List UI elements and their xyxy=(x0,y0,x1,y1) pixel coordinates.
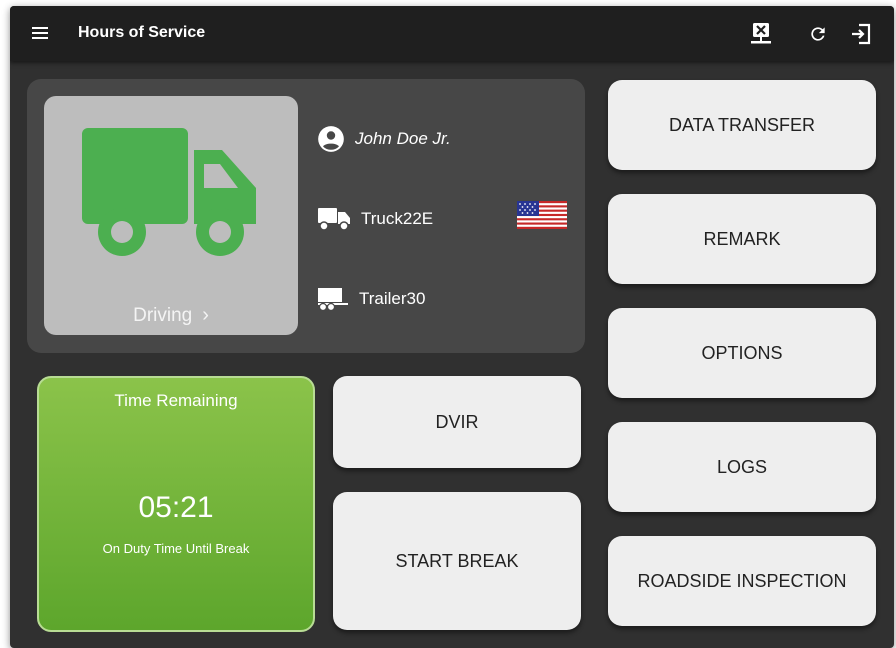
us-flag-icon xyxy=(517,201,567,229)
options-button[interactable]: OPTIONS xyxy=(608,308,876,398)
app-bar: Hours of Service xyxy=(10,6,894,61)
vehicle-name: Truck22E xyxy=(361,209,434,228)
menu-icon[interactable] xyxy=(27,20,53,46)
refresh-icon[interactable] xyxy=(804,20,832,48)
truck-icon xyxy=(82,128,256,256)
trailer-icon xyxy=(317,286,349,312)
time-remaining-value: 05:21 xyxy=(138,491,214,524)
logout-icon[interactable] xyxy=(848,20,876,48)
trailer-row: Trailer30 xyxy=(317,286,425,312)
network-transfer-icon[interactable] xyxy=(747,20,775,48)
duty-status-label: Driving xyxy=(133,305,193,326)
dvir-button[interactable]: DVIR xyxy=(333,376,581,468)
truck-small-icon xyxy=(317,206,351,232)
vehicle-row: Truck22E xyxy=(317,206,433,232)
page-title: Hours of Service xyxy=(78,24,206,41)
duty-status-button[interactable]: Driving › xyxy=(44,96,298,335)
driver-info-card: Driving › John Doe Jr. Truck22E Trailer3… xyxy=(27,79,585,353)
driver-name: John Doe Jr. xyxy=(355,129,451,148)
account-icon xyxy=(317,125,345,153)
data-transfer-button[interactable]: DATA TRANSFER xyxy=(608,80,876,170)
app-screen: Hours of Service Driving › John Doe Jr. … xyxy=(10,6,894,648)
roadside-inspection-button[interactable]: ROADSIDE INSPECTION xyxy=(608,536,876,626)
remark-button[interactable]: REMARK xyxy=(608,194,876,284)
start-break-button[interactable]: START BREAK xyxy=(333,492,581,630)
logs-button[interactable]: LOGS xyxy=(608,422,876,512)
time-remaining-subtitle: On Duty Time Until Break xyxy=(102,541,250,556)
driver-row: John Doe Jr. xyxy=(317,125,451,153)
time-remaining-title: Time Remaining xyxy=(114,391,238,410)
trailer-name: Trailer30 xyxy=(359,289,426,308)
chevron-right-icon: › xyxy=(202,304,209,326)
time-remaining-card[interactable]: Time Remaining 05:21 On Duty Time Until … xyxy=(37,376,315,632)
